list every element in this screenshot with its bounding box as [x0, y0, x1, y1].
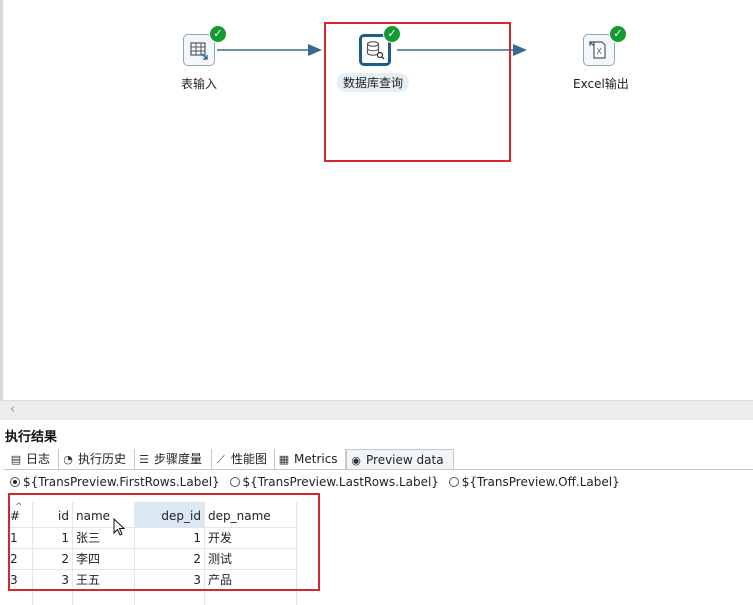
log-icon: ▤	[10, 453, 22, 466]
history-icon: ◔	[63, 453, 73, 466]
empty-cell	[205, 591, 297, 605]
svg-text:X: X	[597, 47, 603, 56]
highlight-selection-box	[324, 22, 511, 162]
empty-cell	[7, 591, 33, 605]
empty-row	[7, 591, 297, 605]
results-panel-title: 执行结果	[5, 430, 58, 445]
transformation-canvas[interactable]: ✓ 表输入 ✓ 数据库查询 X ✓ Excel输出	[0, 0, 753, 400]
radio-off[interactable]: ${TransPreview.Off.Label}	[448, 475, 620, 489]
step-metrics-icon: ☰	[139, 453, 149, 466]
step-excel-output[interactable]: X ✓	[583, 25, 627, 68]
eye-icon: ◉	[351, 454, 361, 467]
scroll-left-icon[interactable]: ‹	[10, 402, 15, 417]
mouse-cursor-icon	[113, 518, 126, 536]
step-table-input[interactable]: ✓	[183, 25, 227, 68]
empty-cell	[33, 591, 73, 605]
tab-preview-data[interactable]: ◉ Preview data	[346, 449, 454, 469]
radio-selected-icon	[10, 477, 20, 487]
metrics-icon: ▦	[278, 453, 290, 466]
radio-icon	[448, 477, 459, 487]
highlight-grid-box	[8, 493, 320, 591]
tab-log[interactable]: ▤ 日志	[7, 449, 59, 469]
radio-first-rows[interactable]: ${TransPreview.FirstRows.Label}	[10, 475, 220, 489]
empty-cell	[135, 591, 205, 605]
empty-cell	[73, 591, 135, 605]
preview-options: ${TransPreview.FirstRows.Label} ${TransP…	[10, 475, 626, 491]
tab-execution-history[interactable]: ◔ 执行历史	[59, 449, 135, 469]
tab-performance-graph[interactable]: ⟋ 性能图	[212, 449, 275, 469]
horizontal-scrollbar[interactable]: ‹	[0, 400, 753, 420]
chart-icon: ⟋	[217, 453, 225, 466]
success-check-icon: ✓	[609, 25, 627, 43]
step-label-excel-output: Excel输出	[573, 77, 629, 91]
radio-last-rows[interactable]: ${TransPreview.LastRows.Label}	[229, 475, 439, 489]
results-tab-bar: ▤ 日志 ◔ 执行历史 ☰ 步骤度量 ⟋ 性能图 ▦ Metrics ◉ Preview d…	[3, 448, 753, 470]
radio-icon	[229, 477, 240, 487]
step-label-table-input: 表输入	[181, 77, 218, 91]
tab-metrics[interactable]: ▦ Metrics	[275, 449, 346, 469]
tab-step-metrics[interactable]: ☰ 步骤度量	[135, 449, 212, 469]
success-check-icon: ✓	[209, 25, 227, 43]
